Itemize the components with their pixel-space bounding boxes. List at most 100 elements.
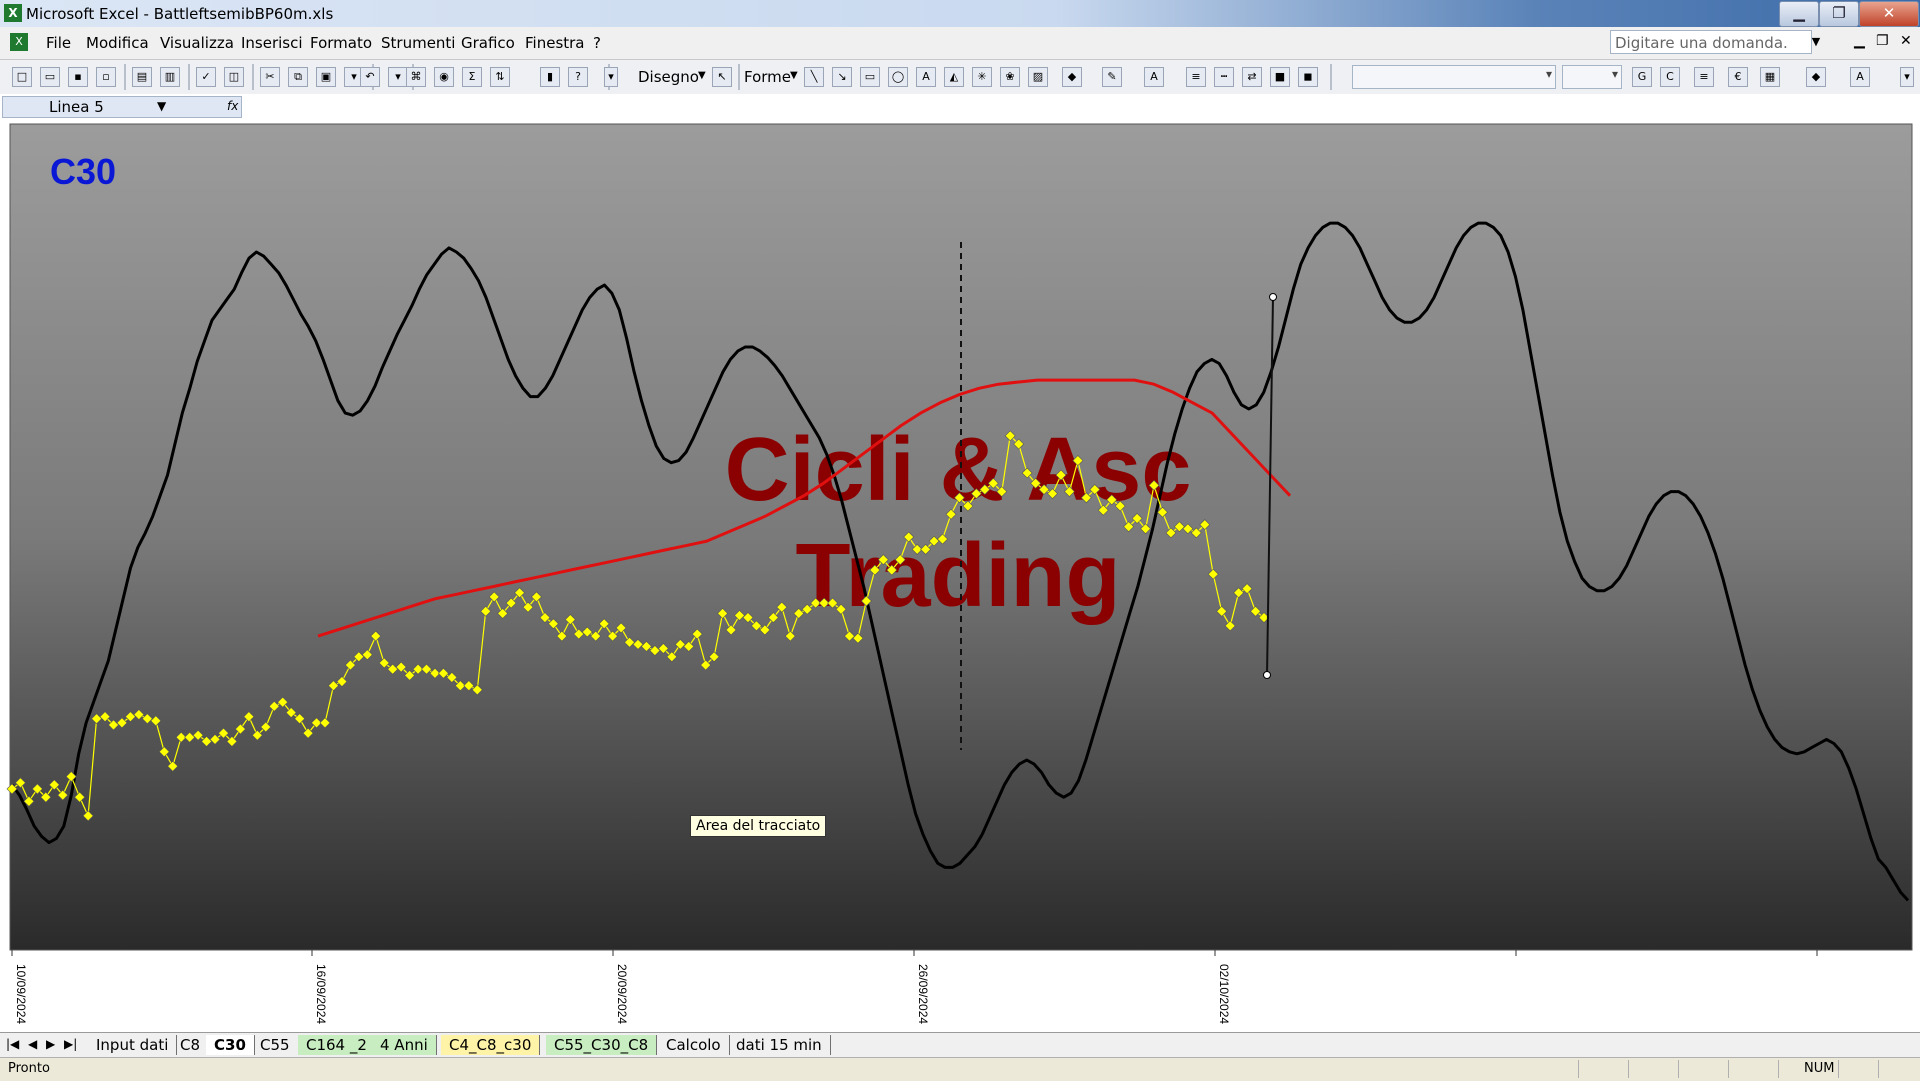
spelling-icon[interactable]: ✓ [196, 67, 216, 87]
rectangle-icon[interactable]: ▭ [860, 67, 880, 87]
new-icon[interactable]: □ [12, 67, 32, 87]
arrow-style-icon[interactable]: ⇄ [1242, 67, 1262, 87]
line-color-icon[interactable]: ✎ [1102, 67, 1122, 87]
x-tick-label: 10/09/2024 [14, 964, 28, 1024]
window-title: Microsoft Excel - BattleftsemibBP60m.xls [26, 5, 334, 23]
prev-sheet-icon[interactable]: ◀ [28, 1037, 37, 1051]
num-lock-indicator: NUM [1804, 1061, 1835, 1076]
font-size-combo[interactable] [1562, 65, 1622, 89]
chevron-down-icon[interactable]: ▼ [1808, 30, 1824, 54]
minimize-button[interactable]: ▁ [1779, 1, 1819, 27]
select-objects-icon[interactable]: ↖ [712, 67, 732, 87]
tab-c8[interactable]: C8 [172, 1035, 210, 1055]
forme-menu[interactable]: Forme [744, 68, 791, 86]
menu-finestra[interactable]: Finestra [525, 34, 585, 52]
tab-input-dati[interactable]: Input dati [88, 1035, 178, 1055]
undo-dropdown-icon[interactable]: ▾ [388, 67, 408, 87]
last-sheet-icon[interactable]: ▶| [64, 1037, 77, 1051]
tab-dati-15-min[interactable]: dati 15 min [728, 1035, 831, 1055]
ask-question-input[interactable]: Digitare una domanda. [1610, 30, 1812, 54]
disegno-menu[interactable]: Disegno [638, 68, 699, 86]
toolbar-options-2-icon[interactable]: ▾ [1900, 67, 1914, 87]
textbox-icon[interactable]: A [916, 67, 936, 87]
first-sheet-icon[interactable]: |◀ [6, 1037, 19, 1051]
menu-inserisci[interactable]: Inserisci [241, 34, 303, 52]
tab-calcolo[interactable]: Calcolo [658, 1035, 730, 1055]
chart-wizard-icon[interactable]: ◉ [434, 67, 454, 87]
x-axis: 10/09/2024 16/09/2024 20/09/2024 26/09/2024… [11, 950, 1818, 1024]
paste-icon[interactable]: ▣ [316, 67, 336, 87]
print-icon[interactable]: ▤ [132, 67, 152, 87]
line-style-icon[interactable]: ≡ [1186, 67, 1206, 87]
chart-label: C30 [50, 151, 116, 192]
menu-help[interactable]: ? [593, 34, 601, 52]
italic-icon[interactable]: C [1660, 67, 1680, 87]
fill-color-icon[interactable]: ◆ [1062, 67, 1082, 87]
tab-c164-2[interactable]: C164 _2 [298, 1035, 376, 1055]
close-button[interactable]: ✕ [1859, 1, 1919, 27]
tab-4-anni[interactable]: 4 Anni [372, 1035, 437, 1055]
wordart-icon[interactable]: ◭ [944, 67, 964, 87]
tab-c55[interactable]: C55 [252, 1035, 299, 1055]
help-icon[interactable]: ? [568, 67, 588, 87]
picture-icon[interactable]: ▨ [1028, 67, 1048, 87]
line-icon[interactable]: ╲ [804, 67, 824, 87]
formula-bar: Linea 5 ▼ fx [0, 94, 1920, 121]
chevron-down-icon[interactable]: ▼ [698, 70, 706, 81]
chart-objects-combo[interactable] [1352, 65, 1556, 89]
menu-grafico[interactable]: Grafico [461, 34, 515, 52]
font-color-2-icon[interactable]: A [1850, 67, 1870, 87]
align-center-icon[interactable]: ≡ [1694, 67, 1714, 87]
autosum-icon[interactable]: Σ [462, 67, 482, 87]
x-tick-label: 26/09/2024 [916, 964, 930, 1024]
shadow-icon[interactable]: ■ [1270, 67, 1290, 87]
dash-style-icon[interactable]: ┅ [1214, 67, 1234, 87]
menu-visualizza[interactable]: Visualizza [160, 34, 234, 52]
x-tick-label: 02/10/2024 [1217, 964, 1231, 1024]
x-tick-label: 20/09/2024 [615, 964, 629, 1024]
excel-icon[interactable]: X [4, 4, 22, 22]
fill-color-2-icon[interactable]: ◆ [1806, 67, 1826, 87]
fx-icon[interactable]: fx [227, 99, 238, 113]
doc-close-icon[interactable]: ✕ [1900, 33, 1912, 49]
bold-icon[interactable]: G [1632, 67, 1652, 87]
cut-icon[interactable]: ✂ [260, 67, 280, 87]
permission-icon[interactable]: ▫ [96, 67, 116, 87]
menu-strumenti[interactable]: Strumenti [381, 34, 455, 52]
menu-modifica[interactable]: Modifica [86, 34, 149, 52]
borders-icon[interactable]: ▦ [1760, 67, 1780, 87]
tab-c4-c8-c30[interactable]: C4_C8_c30 [441, 1035, 541, 1055]
tab-c55-c30-c8[interactable]: C55_C30_C8 [546, 1035, 658, 1055]
undo-icon[interactable]: ↶ [360, 67, 380, 87]
chevron-down-icon[interactable]: ▼ [157, 99, 166, 113]
name-box[interactable]: Linea 5 ▼ fx [2, 96, 242, 118]
restore-button[interactable]: ❐ [1819, 1, 1859, 27]
chart-icon[interactable]: ▮ [540, 67, 560, 87]
copy-icon[interactable]: ⧉ [288, 67, 308, 87]
euro-icon[interactable]: € [1728, 67, 1748, 87]
chart-svg[interactable]: 10/09/2024 16/09/2024 20/09/2024 26/09/2024… [0, 120, 1920, 1032]
workbook-icon[interactable]: X [10, 33, 28, 51]
clipart-icon[interactable]: ❀ [1000, 67, 1020, 87]
3d-icon[interactable]: ◼ [1298, 67, 1318, 87]
sort-icon[interactable]: ⇅ [490, 67, 510, 87]
save-icon[interactable]: ▪ [68, 67, 88, 87]
toolbar-options-icon[interactable]: ▾ [604, 67, 618, 87]
diagram-icon[interactable]: ✳ [972, 67, 992, 87]
menu-file[interactable]: File [46, 34, 71, 52]
font-color-icon[interactable]: A [1144, 67, 1164, 87]
line-handle-bottom[interactable] [1263, 671, 1271, 679]
print-preview-icon[interactable]: ▥ [160, 67, 180, 87]
doc-minimize-icon[interactable]: ▁ [1854, 33, 1865, 49]
arrow-icon[interactable]: ↘ [832, 67, 852, 87]
chevron-down-icon[interactable]: ▼ [790, 70, 798, 81]
hyperlink-icon[interactable]: ⌘ [406, 67, 426, 87]
tab-c30[interactable]: C30 [206, 1035, 255, 1055]
next-sheet-icon[interactable]: ▶ [46, 1037, 55, 1051]
doc-restore-icon[interactable]: ❐ [1876, 33, 1889, 49]
line-handle-top[interactable] [1269, 293, 1277, 301]
oval-icon[interactable]: ◯ [888, 67, 908, 87]
menu-formato[interactable]: Formato [310, 34, 372, 52]
open-icon[interactable]: ▭ [40, 67, 60, 87]
research-icon[interactable]: ◫ [224, 67, 244, 87]
